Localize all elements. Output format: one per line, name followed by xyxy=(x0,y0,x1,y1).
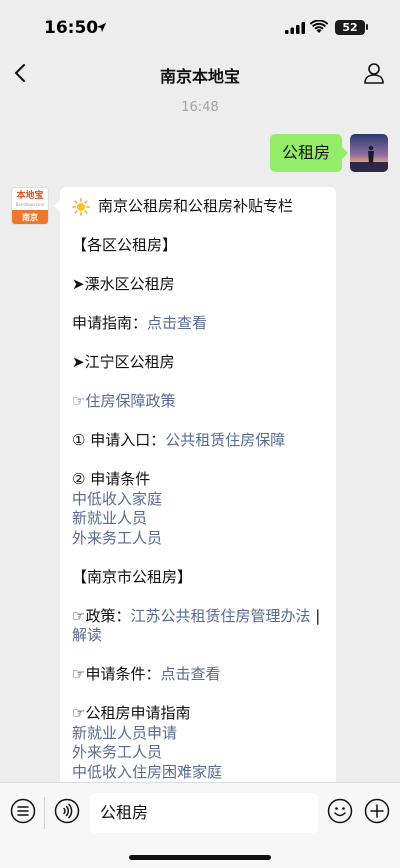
guide-link-new-employee[interactable]: 新就业人员申请 xyxy=(72,724,324,744)
message-input[interactable]: 公租房 xyxy=(90,793,318,833)
emoji-icon[interactable] xyxy=(327,798,353,824)
policy-separator: | xyxy=(310,606,321,625)
guide-block: ☞公租房申请指南 新就业人员申请 外来务工人员 中低收入住房困难家庭 xyxy=(72,704,324,782)
city-conditions-link[interactable]: 点击查看 xyxy=(160,665,220,683)
cellular-signal-icon xyxy=(285,22,305,34)
conditions-block: ② 申请条件 中低收入家庭 新就业人员 外来务工人员 xyxy=(72,470,324,548)
home-indicator[interactable] xyxy=(129,855,271,860)
input-divider xyxy=(44,797,45,829)
sender-avatar[interactable]: 本地宝 Bendibao.com 南京 xyxy=(11,187,49,225)
apply-guide-link[interactable]: 点击查看 xyxy=(147,314,207,332)
jiangning-heading: ➤江宁区公租房 xyxy=(72,353,175,371)
lishui-heading: ➤溧水区公租房 xyxy=(72,275,175,293)
reply-title: 南京公租房和公租房补贴专栏 xyxy=(98,197,294,215)
profile-icon[interactable] xyxy=(362,61,386,85)
guide-link-migrant-worker[interactable]: 外来务工人员 xyxy=(72,743,324,763)
menu-list-icon[interactable] xyxy=(10,798,36,824)
battery-indicator: 52 xyxy=(335,20,365,35)
policy-label: ☞政策： xyxy=(72,606,131,625)
entry-link[interactable]: 公共租赁住房保障 xyxy=(165,431,285,449)
section-city: 【南京市公租房】 xyxy=(72,567,193,586)
housing-policy-link[interactable]: ☞住房保障政策 xyxy=(72,392,324,412)
plus-icon[interactable] xyxy=(364,798,390,824)
status-bar: 16:50 52 xyxy=(0,0,400,50)
avatar-city-label: 南京 xyxy=(12,210,48,224)
policy-explain-link[interactable]: 解读 xyxy=(72,626,102,644)
status-time: 16:50 xyxy=(44,18,99,38)
condition-link-migrant-worker[interactable]: 外来务工人员 xyxy=(72,529,324,549)
outgoing-message-bubble[interactable]: 公租房 xyxy=(270,134,349,172)
voice-input-icon[interactable] xyxy=(54,798,80,824)
sunset-silhouette-avatar-image xyxy=(350,134,388,172)
guide-link-low-income-family[interactable]: 中低收入住房困难家庭 xyxy=(72,763,324,783)
condition-link-low-income[interactable]: 中低收入家庭 xyxy=(72,490,324,510)
entry-line: ① 申请入口：公共租赁住房保障 xyxy=(72,431,324,451)
message-timestamp: 16:48 xyxy=(181,100,219,115)
battery-cap xyxy=(366,24,368,30)
guide-heading: ☞公租房申请指南 xyxy=(72,704,191,722)
conditions-label: ② 申请条件 xyxy=(72,470,151,488)
reply-title-line: 南京公租房和公租房补贴专栏 xyxy=(72,197,324,217)
section-districts: 【各区公租房】 xyxy=(72,236,178,254)
condition-link-new-employee[interactable]: 新就业人员 xyxy=(72,509,324,529)
nav-bar: 南京本地宝 xyxy=(0,50,400,96)
policy-link[interactable]: 江苏公共租赁住房管理办法 xyxy=(130,607,310,625)
chat-title: 南京本地宝 xyxy=(159,67,240,86)
sun-icon xyxy=(72,197,90,216)
apply-guide-label: 申请指南： xyxy=(72,314,148,332)
city-conditions-line: ☞申请条件：点击查看 xyxy=(72,665,324,685)
apply-guide-line: 申请指南：点击查看 xyxy=(72,314,324,334)
entry-label: ① 申请入口： xyxy=(72,431,166,449)
city-conditions-label: ☞申请条件： xyxy=(72,665,161,683)
avatar-logo-domain: Bendibao.com xyxy=(15,202,45,207)
incoming-message-bubble: 南京公租房和公租房补贴专栏 【各区公租房】 ➤溧水区公租房 申请指南：点击查看 … xyxy=(60,187,336,787)
wifi-icon xyxy=(310,20,328,33)
policy-line: ☞政策：江苏公共租赁住房管理办法 | 解读 xyxy=(72,607,324,646)
my-avatar[interactable] xyxy=(350,134,388,172)
location-arrow-icon xyxy=(96,22,107,33)
